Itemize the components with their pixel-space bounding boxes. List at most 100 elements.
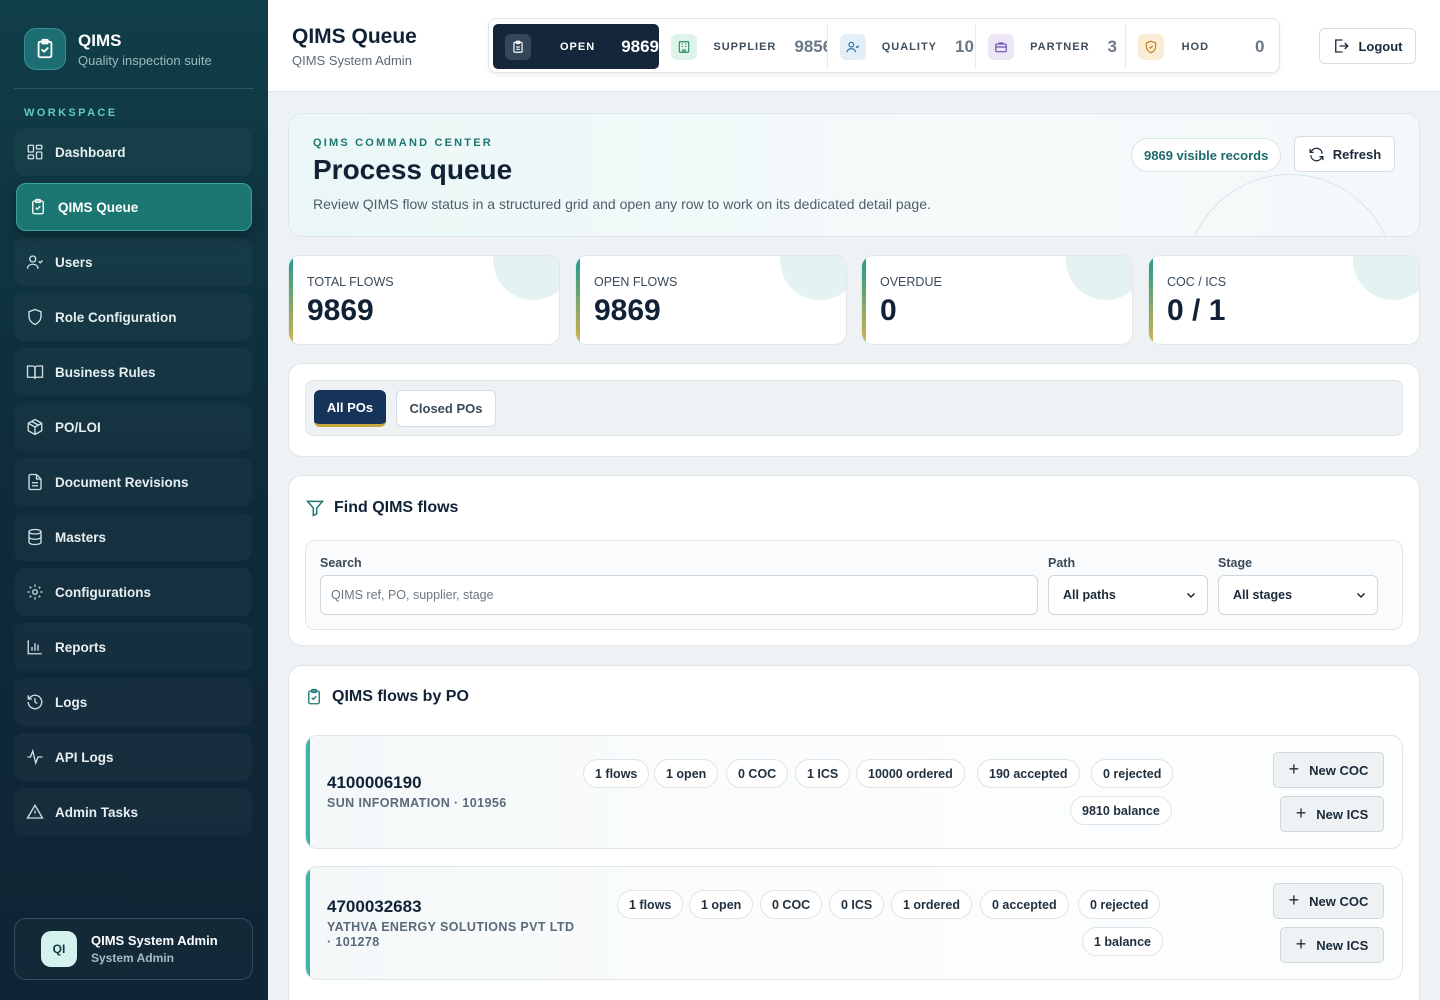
sidebar-item-qims-queue[interactable]: QIMS Queue (16, 183, 252, 231)
new-ics-button[interactable]: + New ICS (1280, 796, 1384, 832)
activity-icon (27, 748, 43, 766)
history-icon (27, 694, 43, 710)
kpi-value: 9869 (594, 294, 661, 327)
new-coc-button[interactable]: + New COC (1273, 752, 1384, 788)
po-number: 4100006190 (327, 773, 422, 792)
clipboard-icon (505, 33, 531, 60)
new-ics-button[interactable]: + New ICS (1280, 927, 1384, 963)
hero-description: Review QIMS flow status in a structured … (313, 196, 931, 212)
status-value: 9856 (794, 36, 826, 56)
kpi-label: OPEN FLOWS (594, 275, 678, 289)
sidebar-item-label: Masters (55, 529, 107, 545)
po-supplier-code: · 101278 (327, 935, 380, 949)
sidebar-item-label: Document Revisions (55, 474, 189, 490)
status-label: QUALITY (881, 40, 937, 53)
new-ics-label: New ICS (1316, 937, 1369, 953)
sidebar-item-label: QIMS Queue (58, 199, 139, 215)
kpi-label: COC / ICS (1167, 275, 1227, 289)
sidebar-item-reports[interactable]: Reports (14, 623, 252, 671)
page-title: QIMS Queue (292, 25, 417, 48)
chevron-down-icon (1186, 592, 1196, 599)
sidebar-item-admin-tasks[interactable]: Admin Tasks (14, 788, 252, 836)
stat-pill: 10000 ordered (856, 759, 965, 788)
decorative-circle (493, 256, 559, 300)
refresh-label: Refresh (1332, 146, 1382, 162)
po-supplier: SUN INFORMATION · 101956 (327, 796, 507, 810)
clipboard-check-icon (32, 198, 44, 215)
status-chip-quality[interactable]: QUALITY 10 (828, 24, 977, 69)
sidebar-item-configurations[interactable]: Configurations (14, 568, 252, 616)
sidebar-item-business-rules[interactable]: Business Rules (14, 348, 252, 396)
avatar: QI (41, 931, 77, 967)
sidebar-item-label: Role Configuration (55, 309, 177, 325)
sidebar-item-users[interactable]: Users (14, 238, 252, 286)
divider (14, 88, 254, 89)
status-chip-partner[interactable]: PARTNER 3 (976, 24, 1126, 69)
sidebar-item-label: PO/LOI (55, 419, 101, 435)
status-label: SUPPLIER (713, 40, 777, 53)
user-card[interactable]: QI QIMS System Admin System Admin (14, 918, 253, 980)
sidebar-item-masters[interactable]: Masters (14, 513, 252, 561)
plus-icon: + (1288, 758, 1300, 779)
stage-label: Stage (1218, 556, 1253, 570)
grid-icon (27, 144, 43, 160)
sidebar-item-label: Logs (55, 694, 88, 710)
logout-icon (1335, 39, 1350, 53)
refresh-button[interactable]: Refresh (1294, 136, 1395, 172)
stat-pill: 0 COC (760, 890, 823, 919)
file-text-icon (28, 473, 42, 491)
sidebar-item-po-loi[interactable]: PO/LOI (14, 403, 252, 451)
logout-label: Logout (1358, 38, 1403, 54)
status-chip-supplier[interactable]: SUPPLIER 9856 (659, 24, 828, 69)
kpi-coc-ics: COC / ICS 0 / 1 (1148, 255, 1420, 345)
path-select-value: All paths (1063, 588, 1116, 602)
decorative-circle (1066, 256, 1132, 300)
po-tabs-panel: All POs Closed POs (288, 363, 1420, 457)
sidebar-item-dashboard[interactable]: Dashboard (14, 128, 252, 176)
po-list-heading: QIMS flows by PO (305, 688, 469, 706)
plus-icon: + (1288, 889, 1300, 910)
shield-icon (28, 308, 42, 326)
chevron-down-icon (1356, 592, 1366, 599)
stat-pill: 1 ordered (891, 890, 972, 919)
po-row[interactable]: 4100006190 SUN INFORMATION · 101956 1 fl… (305, 735, 1403, 849)
status-value: 10 (955, 36, 974, 56)
brand[interactable]: QIMS Quality inspection suite (24, 28, 212, 70)
tab-all-pos[interactable]: All POs (314, 390, 386, 427)
sidebar-nav: Dashboard QIMS Queue Users Role Configur… (14, 128, 252, 843)
sidebar-item-role-configuration[interactable]: Role Configuration (14, 293, 252, 341)
stat-pill: 1 flows (617, 890, 684, 919)
decorative-circle (1185, 174, 1395, 236)
stat-pill: 0 rejected (1078, 890, 1161, 919)
status-chip-hod[interactable]: HOD 0 (1126, 24, 1275, 69)
sidebar-item-document-revisions[interactable]: Document Revisions (14, 458, 252, 506)
stat-pill: 190 accepted (977, 759, 1080, 788)
user-role: System Admin (91, 951, 174, 965)
logout-button[interactable]: Logout (1319, 28, 1416, 64)
tab-closed-pos[interactable]: Closed POs (396, 390, 496, 427)
po-list-title: QIMS flows by PO (332, 688, 469, 705)
user-check-icon (839, 33, 866, 60)
sidebar-item-api-logs[interactable]: API Logs (14, 733, 252, 781)
sidebar-item-logs[interactable]: Logs (14, 678, 252, 726)
plus-icon: + (1295, 933, 1307, 954)
po-row[interactable]: 4700032683 YATHVA ENERGY SOLUTIONS PVT L… (305, 866, 1403, 980)
status-label: PARTNER (1030, 40, 1090, 53)
balance-pill: 1 balance (1082, 927, 1163, 956)
status-value: 3 (1107, 36, 1117, 56)
search-input[interactable]: QIMS ref, PO, supplier, stage (320, 575, 1038, 615)
po-number: 4700032683 (327, 897, 422, 916)
path-select[interactable]: All paths (1048, 575, 1208, 615)
gear-icon (27, 584, 43, 600)
po-list-panel: QIMS flows by PO 4100006190 SUN INFORMAT… (288, 665, 1420, 1000)
status-value: 9869 (621, 36, 660, 56)
status-chip-open[interactable]: OPEN 9869 (493, 24, 660, 69)
stat-pill: 1 ICS (795, 759, 851, 788)
visible-records-badge: 9869 visible records (1131, 138, 1282, 172)
stage-select[interactable]: All stages (1218, 575, 1378, 615)
stat-pill: 0 rejected (1091, 759, 1174, 788)
status-label: HOD (1181, 40, 1210, 53)
new-coc-button[interactable]: + New COC (1273, 883, 1384, 919)
kpi-value: 0 / 1 (1167, 294, 1226, 327)
briefcase-icon (988, 33, 1015, 60)
